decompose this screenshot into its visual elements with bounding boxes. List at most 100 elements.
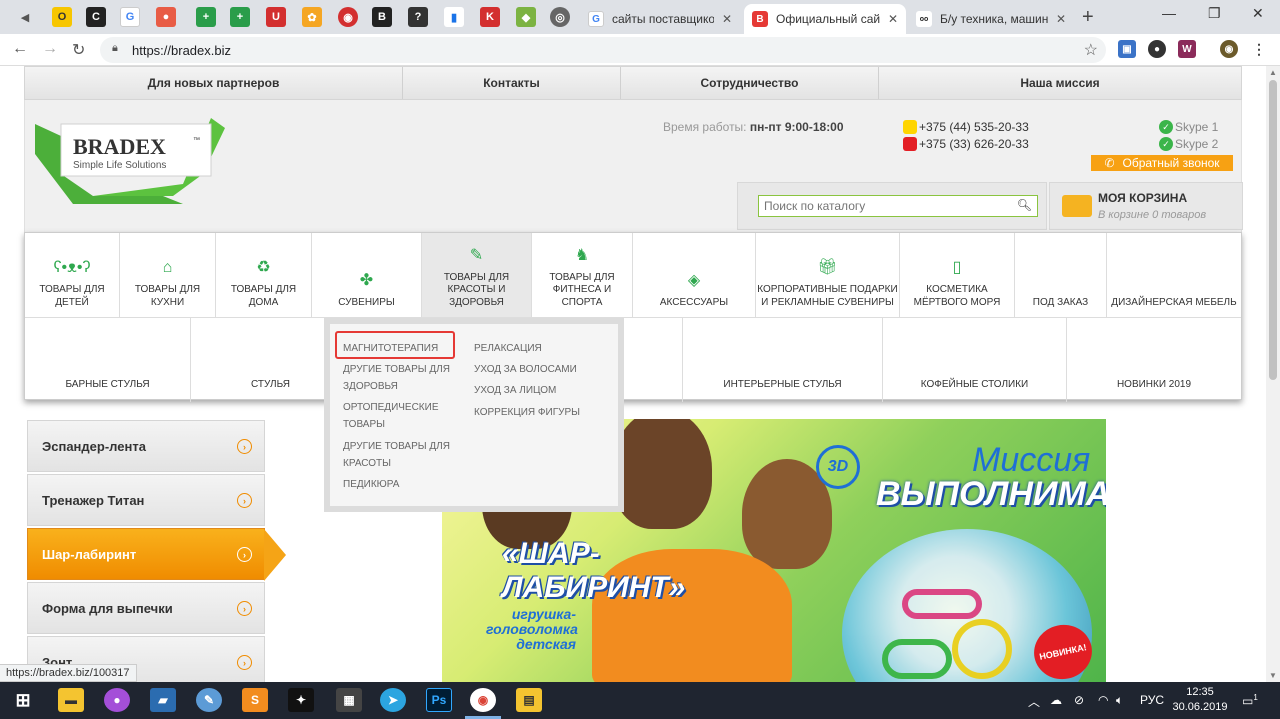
pinned-tab-b[interactable]: B — [372, 7, 392, 27]
pinned-tab-green-2[interactable]: + — [230, 7, 250, 27]
menu-new-partners[interactable]: Для новых партнеров — [25, 67, 403, 99]
scroll-down-icon[interactable]: ▼ — [1269, 671, 1277, 680]
volume-icon[interactable]: 🔈︎ — [1116, 693, 1123, 708]
tray-cloud-icon[interactable]: ☁ — [1050, 693, 1062, 707]
tab-used-tech[interactable]: oo Б/у техника, машин ✕ — [908, 4, 1074, 34]
pinned-tab-shield[interactable]: U — [266, 7, 286, 27]
pinned-tab-android[interactable]: ◆ — [516, 7, 536, 27]
bradex-logo[interactable]: BRADEX ™ Simple Life Solutions — [33, 114, 233, 210]
category-kids[interactable]: ʕ•ᴥ•ʔ ТОВАРЫ ДЛЯ ДЕТЕЙ — [25, 233, 120, 317]
category-dead-sea-cosmetics[interactable]: ▯ КОСМЕТИКА МЁРТВОГО МОРЯ — [900, 233, 1015, 317]
menu-cooperation[interactable]: Сотрудничество — [621, 67, 879, 99]
dropdown-item-magnetotherapy[interactable]: МАГНИТОТЕРАПИЯ — [343, 340, 438, 357]
pinned-tab-record[interactable]: ◉ — [338, 7, 358, 27]
pinned-tab-red[interactable]: ● — [156, 7, 176, 27]
sublime-icon[interactable]: S — [242, 688, 268, 712]
tray-link-icon[interactable]: ⊘ — [1074, 693, 1084, 707]
tray-chevron-icon[interactable]: ︿ — [1028, 693, 1040, 710]
subcat-bar-stools[interactable]: БАРНЫЕ СТУЛЬЯ — [25, 318, 191, 402]
category-home[interactable]: ♻ ТОВАРЫ ДЛЯ ДОМА — [216, 233, 312, 317]
pinned-tab-k[interactable]: K — [480, 7, 500, 27]
sidebar-item-baking-form[interactable]: Форма для выпечки › — [27, 582, 265, 634]
minimize-icon[interactable]: — — [1162, 5, 1176, 21]
cart-widget[interactable]: МОЯ КОРЗИНА В корзине 0 товаров — [1049, 182, 1243, 230]
scroll-up-icon[interactable]: ▲ — [1269, 68, 1277, 77]
back-icon[interactable]: ← — [12, 40, 28, 58]
tab-bradex[interactable]: B Официальный сайт ✕ — [744, 4, 906, 34]
category-fitness[interactable]: ♞ ТОВАРЫ ДЛЯ ФИТНЕСА И СПОРТА — [532, 233, 633, 317]
menu-mission[interactable]: Наша миссия — [879, 67, 1241, 99]
category-beauty-health[interactable]: ✎ ТОВАРЫ ДЛЯ КРАСОТЫ И ЗДОРОВЬЯ — [422, 233, 532, 317]
photoshop-icon[interactable]: Ps — [426, 688, 452, 712]
pinned-tab-o[interactable]: O — [52, 7, 72, 27]
maps-pin-icon[interactable]: ● — [104, 688, 130, 712]
skype-2[interactable]: ✓ Skype 2 — [1159, 137, 1218, 151]
tab-scroll-left-icon[interactable]: ◀ — [14, 6, 36, 28]
tab-close-icon[interactable]: ✕ — [888, 12, 898, 26]
category-designer-furniture[interactable]: ДИЗАЙНЕРСКАЯ МЕБЕЛЬ — [1107, 233, 1241, 317]
sticky-app-icon[interactable]: ▤ — [516, 688, 542, 712]
close-window-icon[interactable]: ✕ — [1252, 5, 1264, 22]
new-tab-button[interactable]: + — [1082, 6, 1094, 29]
taskbar-clock[interactable]: 12:35 30.06.2019 — [1172, 685, 1228, 715]
subcat-coffee-tables[interactable]: КОФЕЙНЫЕ СТОЛИКИ — [883, 318, 1067, 402]
pinned-tab-c[interactable]: C — [86, 7, 106, 27]
category-custom-order[interactable]: ПОД ЗАКАЗ — [1015, 233, 1107, 317]
pinned-tab-globe[interactable]: ◎ — [550, 7, 570, 27]
menu-dots-icon[interactable]: ⋮ — [1250, 40, 1268, 58]
pinned-tab-orange[interactable]: ✿ — [302, 7, 322, 27]
dropdown-item-body-correction[interactable]: КОРРЕКЦИЯ ФИГУРЫ — [474, 404, 580, 421]
category-souvenirs[interactable]: ✤ СУВЕНИРЫ — [312, 233, 422, 317]
phone-2[interactable]: +375 (33) 626-20-33 — [903, 137, 1029, 151]
url-text[interactable]: https://bradex.biz — [132, 43, 231, 58]
photo-viewer-icon[interactable]: ▰ — [150, 688, 176, 712]
scrollbar-thumb[interactable] — [1269, 80, 1277, 380]
skype-1[interactable]: ✓ Skype 1 — [1159, 120, 1218, 134]
file-explorer-icon[interactable]: ▬ — [58, 688, 84, 712]
dropdown-item-other-beauty[interactable]: ДРУГИЕ ТОВАРЫ ДЛЯ КРАСОТЫ — [343, 438, 463, 472]
windows-start-icon[interactable]: ⊞ — [10, 688, 36, 712]
notifications-icon[interactable]: ▭1 — [1242, 693, 1258, 708]
figma-icon[interactable]: ✦ — [288, 688, 314, 712]
dropdown-item-relaxation[interactable]: РЕЛАКСАЦИЯ — [474, 340, 542, 357]
bookmark-star-icon[interactable]: ☆ — [1084, 40, 1098, 60]
profile-avatar[interactable]: ◉ — [1220, 40, 1238, 58]
paint-icon[interactable]: ✎ — [196, 688, 222, 712]
sidebar-item-expander[interactable]: Эспандер-лента › — [27, 420, 265, 472]
phone-1[interactable]: +375 (44) 535-20-33 — [903, 120, 1029, 134]
wifi-icon[interactable]: ◠ — [1098, 693, 1108, 707]
reload-icon[interactable]: ↻ — [72, 40, 85, 60]
chrome-icon[interactable]: ◉ — [470, 688, 496, 712]
pinned-tab-question[interactable]: ? — [408, 7, 428, 27]
telegram-icon[interactable]: ➤ — [380, 688, 406, 712]
pinned-tab-google[interactable]: G — [120, 7, 140, 27]
dropdown-item-hair-care[interactable]: УХОД ЗА ВОЛОСАМИ — [474, 361, 577, 378]
page-scrollbar[interactable]: ▲ ▼ — [1266, 66, 1280, 682]
subcat-interior-chairs[interactable]: ИНТЕРЬЕРНЫЕ СТУЛЬЯ — [683, 318, 883, 402]
callback-button[interactable]: ✆ Обратный звонок — [1091, 155, 1233, 171]
pinned-tab-green-1[interactable]: + — [196, 7, 216, 27]
menu-contacts[interactable]: Контакты — [403, 67, 621, 99]
tab-suppliers[interactable]: G сайты поставщиков ✕ — [580, 4, 740, 34]
subcat-new-2019[interactable]: НОВИНКИ 2019 — [1067, 318, 1241, 402]
category-kitchen[interactable]: ⌂ ТОВАРЫ ДЛЯ КУХНИ — [120, 233, 216, 317]
category-accessories[interactable]: ◈ АКСЕССУАРЫ — [633, 233, 756, 317]
tab-close-icon[interactable]: ✕ — [1056, 12, 1066, 26]
dropdown-item-face-care[interactable]: УХОД ЗА ЛИЦОМ — [474, 382, 556, 399]
sidebar-item-maze-ball[interactable]: Шар-лабиринт › — [27, 528, 286, 581]
language-indicator[interactable]: РУС — [1140, 693, 1164, 707]
sidebar-item-titan[interactable]: Тренажер Титан › — [27, 474, 265, 526]
pinned-tab-chart[interactable]: ▮ — [444, 7, 464, 27]
tab-close-icon[interactable]: ✕ — [722, 12, 732, 26]
extension-icon-2[interactable]: ● — [1148, 40, 1166, 58]
dropdown-item-orthopedic[interactable]: ОРТОПЕДИЧЕСКИЕ ТОВАРЫ — [343, 399, 463, 433]
extension-icon-1[interactable]: ▣ — [1118, 40, 1136, 58]
calculator-icon[interactable]: ▦ — [336, 688, 362, 712]
forward-icon[interactable]: → — [42, 40, 58, 58]
restore-icon[interactable]: ❐ — [1208, 5, 1221, 22]
category-corporate-gifts[interactable]: 🎁︎ КОРПОРАТИВНЫЕ ПОДАРКИ И РЕКЛАМНЫЕ СУВ… — [756, 233, 900, 317]
dropdown-item-other-health[interactable]: ДРУГИЕ ТОВАРЫ ДЛЯ ЗДОРОВЬЯ — [343, 361, 463, 395]
extension-icon-w[interactable]: W — [1178, 40, 1196, 58]
dropdown-item-pedicure[interactable]: ПЕДИКЮРА — [343, 476, 399, 493]
search-input[interactable] — [759, 196, 1009, 216]
